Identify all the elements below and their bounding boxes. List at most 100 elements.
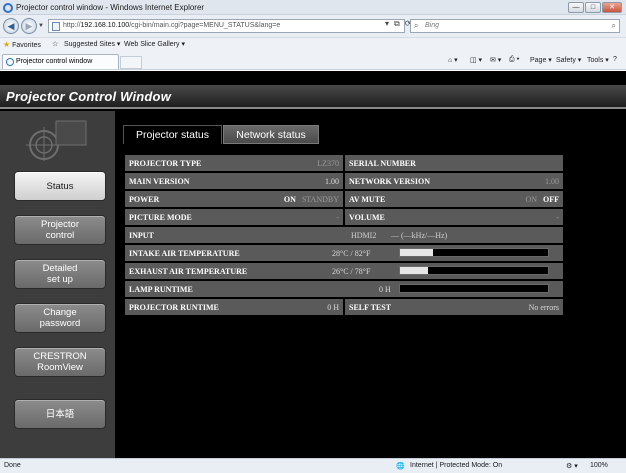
security-zone[interactable]: Internet | Protected Mode: On (410, 462, 502, 469)
table-row: PICTURE MODE - VOLUME - (125, 209, 563, 226)
input-signal-value: — (—kHz/—Hz) (391, 231, 448, 240)
projector-runtime-cell: PROJECTOR RUNTIME 0 H (125, 299, 343, 315)
compatibility-icon[interactable]: ⧉ (394, 19, 400, 29)
projector-logo-icon (26, 120, 87, 161)
window-title: Projector control window - Windows Inter… (16, 3, 205, 12)
ie-icon (3, 3, 13, 13)
table-row: EXHAUST AIR TEMPERATURE 26°C / 78°F (125, 263, 563, 280)
status-text: Done (4, 462, 21, 469)
new-tab-button[interactable] (120, 56, 142, 69)
status-bar: Done 🌐 Internet | Protected Mode: On ⚙ ▾… (0, 458, 626, 473)
intake-temp-cell: INTAKE AIR TEMPERATURE 28°C / 82°F (125, 245, 563, 261)
sidebar-japanese-button[interactable]: 日本語 (14, 399, 106, 429)
lamp-runtime-cell: LAMP RUNTIME 0 H (125, 281, 563, 297)
print-icon[interactable]: ⎙ ▾ (509, 56, 520, 64)
search-input[interactable]: ⌕ Bing ⌕ (410, 19, 620, 33)
lamp-runtime-bar (399, 284, 549, 293)
sidebar-status-button[interactable]: Status (14, 171, 106, 201)
av-mute-off-state: OFF (543, 195, 559, 204)
table-row: LAMP RUNTIME 0 H (125, 281, 563, 298)
window-title-bar: Projector control window - Windows Inter… (0, 0, 626, 15)
network-version-cell: NETWORK VERSION 1.00 (345, 173, 563, 189)
sidebar: Status Projector control Detailed set up… (0, 111, 115, 458)
volume-value: - (556, 213, 559, 222)
web-slice-gallery-link[interactable]: Web Slice Gallery ▾ (124, 40, 185, 48)
window-controls: — □ ✕ (568, 2, 622, 13)
projector-type-cell: PROJECTOR TYPE LZ370 (125, 155, 343, 171)
power-on-state: ON (283, 195, 296, 204)
history-dropdown-icon[interactable]: ▼ (38, 23, 44, 29)
power-standby-state: STANDBY (301, 195, 339, 204)
browser-tab[interactable]: Projector control window (2, 54, 119, 69)
table-row: PROJECTOR RUNTIME 0 H SELF TEST No error… (125, 299, 563, 316)
network-version-value: 1.00 (545, 177, 559, 186)
intake-temp-value: 28°C / 82°F (332, 249, 371, 258)
sidebar-change-password-button[interactable]: Change password (14, 303, 106, 333)
address-bar: ◀ ▶ ▼ http://192.168.10.100/cgi-bin/main… (0, 15, 626, 37)
zoom-level[interactable]: 100% (590, 462, 608, 469)
page-menu[interactable]: Page ▾ (530, 56, 552, 64)
search-icon[interactable]: ⌕ (612, 21, 616, 31)
table-row: INPUT HDMI2 — (—kHz/—Hz) (125, 227, 563, 244)
main-version-value: 1.00 (325, 177, 339, 186)
page-title: Projector Control Window (6, 89, 172, 104)
picture-mode-cell: PICTURE MODE - (125, 209, 343, 225)
exhaust-temp-value: 26°C / 78°F (332, 267, 371, 276)
av-mute-on-state: ON (525, 195, 537, 204)
search-provider-icon: ⌕ (414, 21, 419, 30)
page-icon (52, 22, 60, 31)
feeds-icon[interactable]: ◫ ▾ (470, 56, 482, 64)
forward-button[interactable]: ▶ (21, 18, 37, 34)
browser-tab-title: Projector control window (16, 58, 93, 65)
search-placeholder: Bing (425, 22, 440, 29)
sidebar-crestron-button[interactable]: CRESTRON RoomView (14, 347, 106, 377)
mail-icon[interactable]: ✉ ▾ (490, 56, 501, 64)
help-icon[interactable]: ? (613, 56, 617, 63)
suggested-sites-link[interactable]: Suggested Sites ▾ (64, 40, 120, 48)
close-button[interactable]: ✕ (602, 2, 622, 13)
input-value: HDMI2 (351, 231, 377, 240)
serial-number-cell: SERIAL NUMBER (345, 155, 563, 171)
picture-mode-value: - (336, 213, 339, 222)
table-row: PROJECTOR TYPE LZ370 SERIAL NUMBER (125, 155, 563, 172)
intake-temp-bar (399, 248, 549, 257)
exhaust-temp-bar (399, 266, 549, 275)
av-mute-cell: AV MUTE ON OFF (345, 191, 563, 207)
self-test-value: No errors (528, 303, 559, 312)
favorites-button[interactable]: ★ Favorites (3, 40, 41, 49)
app-header: Projector Control Window (0, 85, 626, 109)
tab-projector-status[interactable]: Projector status (123, 125, 222, 144)
main-version-cell: MAIN VERSION 1.00 (125, 173, 343, 189)
sidebar-projector-control-button[interactable]: Projector control (14, 215, 106, 245)
main-panel: Projector status Network status PROJECTO… (115, 111, 626, 458)
tools-menu[interactable]: Tools ▾ (587, 56, 609, 64)
av-mute-value: ON OFF (525, 195, 559, 204)
safety-menu[interactable]: Safety ▾ (556, 56, 581, 64)
globe-icon: 🌐 (396, 463, 405, 470)
lamp-runtime-value: 0 H (379, 285, 391, 294)
home-icon[interactable]: ⌂ ▾ (448, 56, 458, 64)
maximize-button[interactable]: □ (585, 2, 601, 13)
star-icon: ★ (3, 40, 11, 49)
table-row: INTAKE AIR TEMPERATURE 28°C / 82°F (125, 245, 563, 262)
projector-runtime-value: 0 H (327, 303, 339, 312)
url-field[interactable]: http://192.168.10.100/cgi-bin/main.cgi?p… (48, 19, 405, 33)
table-row: POWER ON STANDBY AV MUTE ON OFF (125, 191, 563, 208)
url-dropdown-icon[interactable]: ▾ (385, 19, 389, 29)
power-value: ON STANDBY (284, 195, 339, 204)
back-button[interactable]: ◀ (3, 18, 19, 34)
projector-page: Projector Control Window Status Projecto… (0, 71, 626, 458)
url-text: http://192.168.10.100/cgi-bin/main.cgi?p… (63, 22, 281, 29)
tab-page-icon (6, 58, 14, 66)
favorites-bar: ★ Favorites ☆ Suggested Sites ▾ Web Slic… (0, 37, 626, 52)
intake-temp-fill (400, 249, 433, 256)
tab-network-status[interactable]: Network status (223, 125, 319, 144)
power-cell: POWER ON STANDBY (125, 191, 343, 207)
protected-mode-icon[interactable]: ⚙ ▾ (566, 462, 578, 470)
minimize-button[interactable]: — (568, 2, 584, 13)
exhaust-temp-cell: EXHAUST AIR TEMPERATURE 26°C / 78°F (125, 263, 563, 279)
projector-type-value: LZ370 (317, 159, 339, 168)
table-row: MAIN VERSION 1.00 NETWORK VERSION 1.00 (125, 173, 563, 190)
add-favorites-icon[interactable]: ☆ (52, 40, 58, 48)
sidebar-detailed-setup-button[interactable]: Detailed set up (14, 259, 106, 289)
